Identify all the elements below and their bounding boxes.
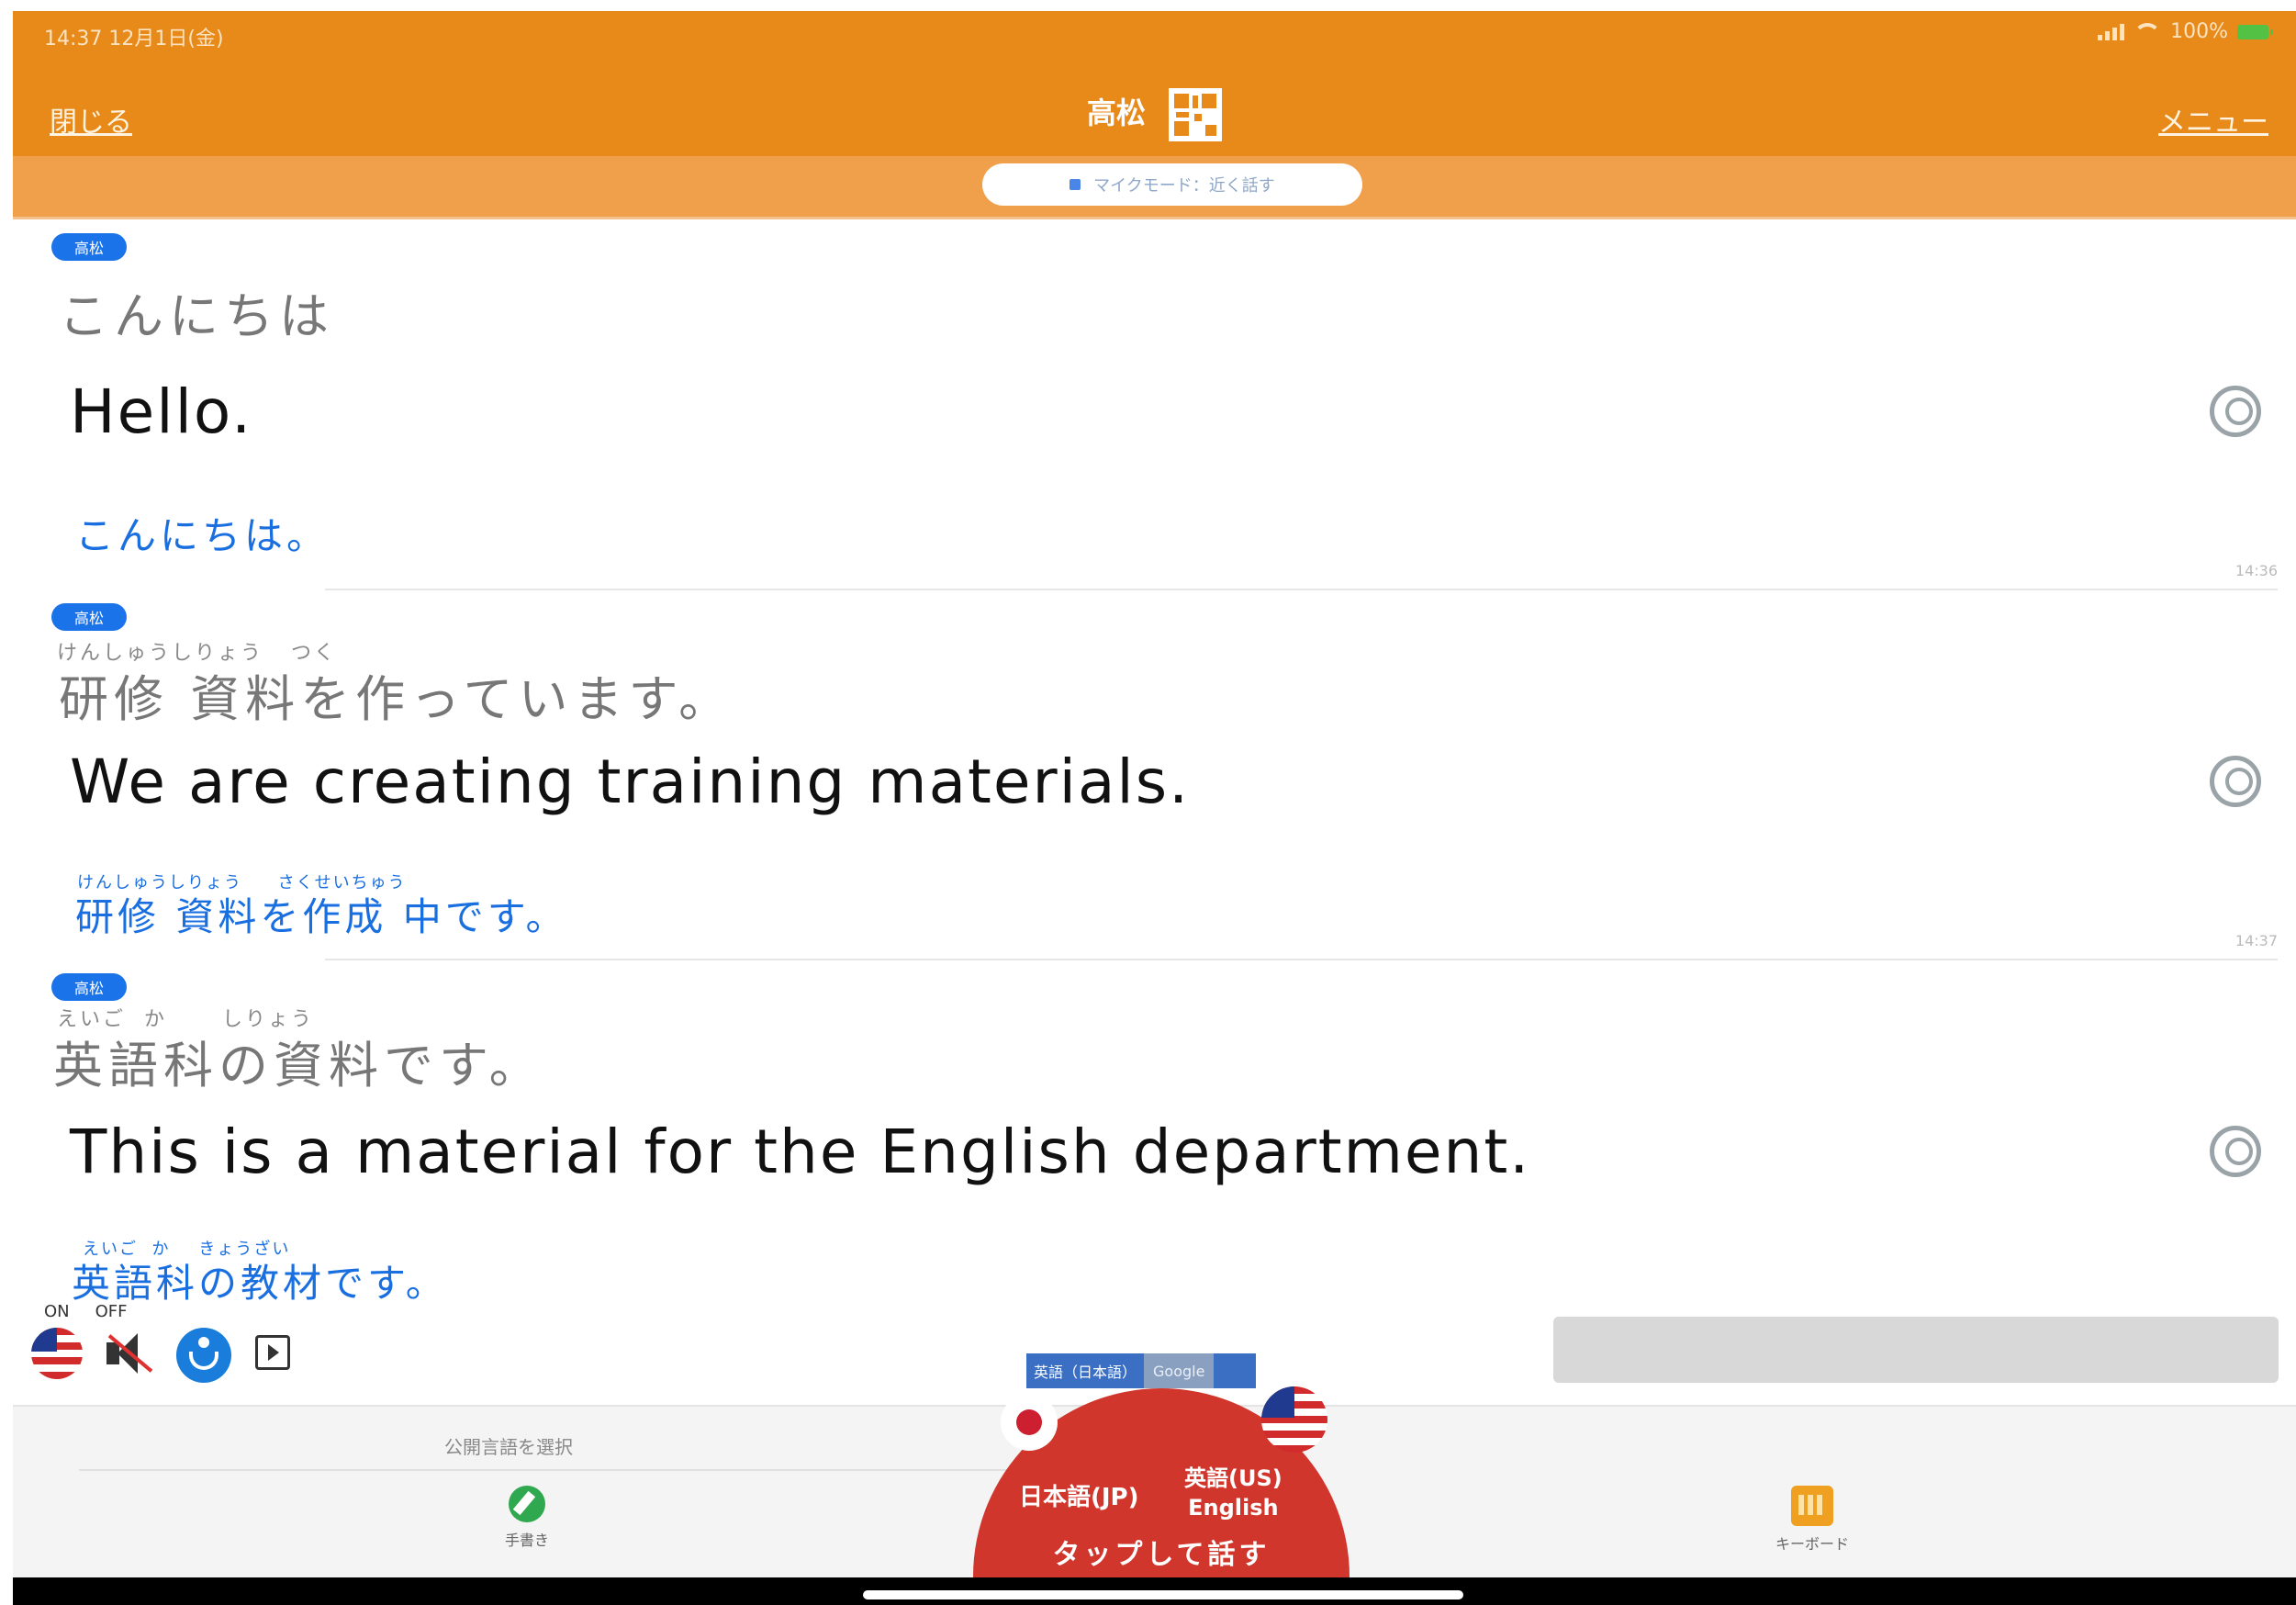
timestamp: 14:37 — [2234, 932, 2278, 949]
back-translation: 英語科の教材です。 — [72, 1261, 448, 1306]
timestamp: 14:36 — [2234, 562, 2278, 579]
us-flag-icon[interactable] — [31, 1328, 83, 1379]
engine-provider: Google — [1144, 1353, 1215, 1388]
source-text: 研修 資料を作っています。 — [59, 670, 734, 728]
on-label: ON — [44, 1302, 70, 1321]
mode-bar: マイクモード：近く話す — [13, 156, 2296, 219]
home-bar — [13, 1577, 2296, 1605]
keyboard-icon — [1791, 1486, 1833, 1526]
translated-text: This is a material for the English depar… — [70, 1117, 1531, 1187]
avatar-icon[interactable] — [2210, 756, 2261, 807]
keyboard-label: キーボード — [1775, 1535, 1849, 1553]
source-language-label[interactable]: 日本語(JP) — [1019, 1478, 1139, 1512]
handwrite-button[interactable]: 手書き — [481, 1486, 573, 1550]
keyboard-button[interactable]: キーボード — [1757, 1486, 1867, 1554]
battery-percent: 100% — [2170, 20, 2228, 43]
us-flag-icon[interactable] — [1261, 1386, 1327, 1453]
screen-edge — [0, 0, 13, 1605]
home-indicator[interactable] — [863, 1590, 1463, 1599]
header-bar: 14:37 12月1日(金) 100% 閉じる 高松 メニュー — [13, 11, 2296, 156]
qr-code-icon[interactable] — [1169, 88, 1223, 141]
notification-banner — [1553, 1317, 2279, 1383]
select-language-button[interactable]: 公開言語を選択 — [79, 1423, 1043, 1471]
nav-row: 閉じる 高松 メニュー — [13, 66, 2296, 156]
translated-text: We are creating training materials. — [70, 746, 1191, 817]
toggle-labels: ON OFF — [44, 1302, 128, 1321]
signal-icon — [2098, 23, 2125, 40]
message-item: 高松 こんにちは Hello. こんにちは。 14:36 — [13, 220, 2296, 590]
message-item: 高松 けんしゅうしりょう つく 研修 資料を作っています。 We are cre… — [13, 590, 2296, 960]
source-text: 英語科の資料です。 — [53, 1037, 544, 1094]
wifi-icon — [2134, 22, 2162, 41]
jp-flag-icon[interactable] — [1001, 1394, 1058, 1451]
engine-label: 英語（日本語） Google — [1026, 1353, 1256, 1388]
title-area: 高松 — [13, 88, 2296, 141]
avatar-icon[interactable] — [2210, 1126, 2261, 1177]
back-translation: こんにちは。 — [75, 513, 330, 558]
status-time: 14:37 12月1日(金) — [44, 28, 224, 51]
mic-mode-label: マイクモード：近く話す — [1093, 176, 1275, 196]
translated-text: Hello. — [70, 376, 253, 447]
accessibility-icon[interactable] — [176, 1328, 231, 1383]
speaker-badge: 高松 — [51, 973, 127, 1001]
speaker-badge: 高松 — [51, 233, 127, 261]
mic-mode-icon — [1070, 179, 1081, 190]
speaker-badge: 高松 — [51, 603, 127, 631]
message-list[interactable]: 高松 こんにちは Hello. こんにちは。 14:36 高松 けんしゅうしりょ… — [13, 220, 2296, 1331]
handwrite-label: 手書き — [504, 1532, 549, 1549]
message-item: 高松 えいご か しりょう 英語科の資料です。 This is a materi… — [13, 960, 2296, 1330]
target-language-name: 英語(US) — [1184, 1465, 1282, 1491]
app-screen: 14:37 12月1日(金) 100% 閉じる 高松 メニュー マイクモード：近… — [0, 0, 2296, 1605]
page-title: 高松 — [1086, 95, 1146, 130]
play-icon[interactable] — [255, 1335, 290, 1370]
source-text: こんにちは — [59, 287, 334, 345]
avatar-icon[interactable] — [2210, 386, 2261, 437]
toggle-row: ON OFF — [28, 1302, 395, 1383]
tap-to-speak-label[interactable]: タップして話す — [973, 1532, 1350, 1572]
mic-mode-pill[interactable]: マイクモード：近く話す — [982, 163, 1362, 206]
status-bar: 14:37 12月1日(金) 100% — [13, 11, 2296, 66]
pencil-icon — [509, 1486, 545, 1522]
speaker-muted-icon[interactable] — [101, 1328, 153, 1379]
battery-icon — [2237, 24, 2273, 39]
target-language-label[interactable]: 英語(US) English — [1184, 1464, 1282, 1522]
status-indicators: 100% — [2098, 20, 2273, 43]
off-label: OFF — [95, 1302, 128, 1321]
back-translation: 研修 資料を作成 中です。 — [75, 894, 568, 939]
menu-button[interactable]: メニュー — [2158, 99, 2268, 140]
engine-pair: 英語（日本語） — [1034, 1364, 1137, 1381]
target-language-english: English — [1188, 1495, 1279, 1521]
